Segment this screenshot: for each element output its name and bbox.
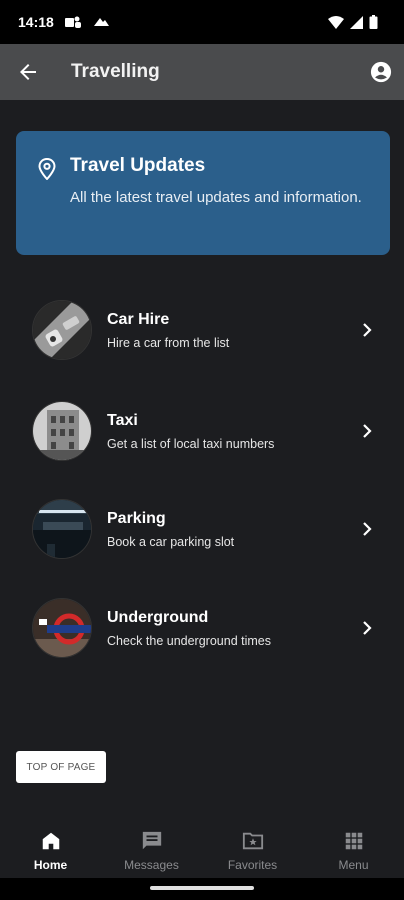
list-item-title: Car Hire: [107, 311, 170, 328]
teams-icon: [64, 16, 81, 28]
chevron-right-icon: [363, 522, 372, 536]
nav-item-home[interactable]: Home: [0, 822, 101, 878]
car-hire-thumbnail: [32, 300, 92, 360]
grid-icon: [345, 832, 362, 850]
nav-label: Messages: [124, 858, 179, 872]
bottom-navigation: Home Messages Favorites Menu: [0, 822, 404, 878]
status-right: [328, 15, 378, 29]
nav-label: Favorites: [227, 858, 278, 872]
message-icon: [142, 831, 161, 850]
list-item-title: Parking: [107, 510, 166, 527]
nav-label: Menu: [338, 858, 369, 872]
chevron-right-icon: [363, 323, 372, 337]
nav-label: Home: [33, 858, 68, 872]
folder-star-icon: [242, 832, 263, 850]
chevron-right-icon: [363, 621, 372, 635]
chevron-right-icon: [363, 424, 372, 438]
status-time: 14:18: [18, 14, 54, 30]
cloud-icon: [93, 18, 109, 26]
signal-icon: [350, 15, 363, 29]
back-button[interactable]: [14, 58, 42, 86]
banner-text: All the latest travel updates and inform…: [70, 189, 362, 206]
list-item-parking[interactable]: Parking Book a car parking slot: [0, 490, 404, 570]
arrow-left-icon: [20, 64, 36, 80]
home-icon: [42, 832, 59, 850]
battery-icon: [369, 15, 378, 29]
list-item-title: Taxi: [107, 412, 138, 429]
list-item-title: Underground: [107, 609, 209, 626]
banner-title: Travel Updates: [70, 155, 206, 176]
taxi-thumbnail: [32, 401, 92, 461]
top-of-page-button[interactable]: TOP OF PAGE: [16, 751, 106, 783]
status-bar: 14:18: [0, 0, 404, 44]
underground-thumbnail: [32, 598, 92, 658]
gesture-handle[interactable]: [150, 886, 254, 890]
list-item-subtitle: Get a list of local taxi numbers: [107, 437, 275, 451]
travel-updates-banner[interactable]: Travel Updates All the latest travel upd…: [16, 131, 390, 255]
parking-thumbnail: [32, 499, 92, 559]
app-bar: Travelling: [0, 44, 404, 100]
list-item-subtitle: Check the underground times: [107, 634, 271, 648]
wifi-icon: [328, 15, 344, 29]
nav-item-favorites[interactable]: Favorites: [202, 822, 303, 878]
list-item-subtitle: Hire a car from the list: [107, 336, 230, 350]
account-circle-icon[interactable]: [370, 61, 392, 83]
nav-item-messages[interactable]: Messages: [101, 822, 202, 878]
location-pin-icon: [38, 158, 56, 180]
status-left: 14:18: [18, 14, 110, 30]
list-item-subtitle: Book a car parking slot: [107, 535, 235, 549]
list-item-taxi[interactable]: Taxi Get a list of local taxi numbers: [0, 392, 404, 472]
list-item-underground[interactable]: Underground Check the underground times: [0, 589, 404, 669]
page-title: Travelling: [71, 61, 160, 82]
nav-item-menu[interactable]: Menu: [303, 822, 404, 878]
list-item-car-hire[interactable]: Car Hire Hire a car from the list: [0, 291, 404, 371]
